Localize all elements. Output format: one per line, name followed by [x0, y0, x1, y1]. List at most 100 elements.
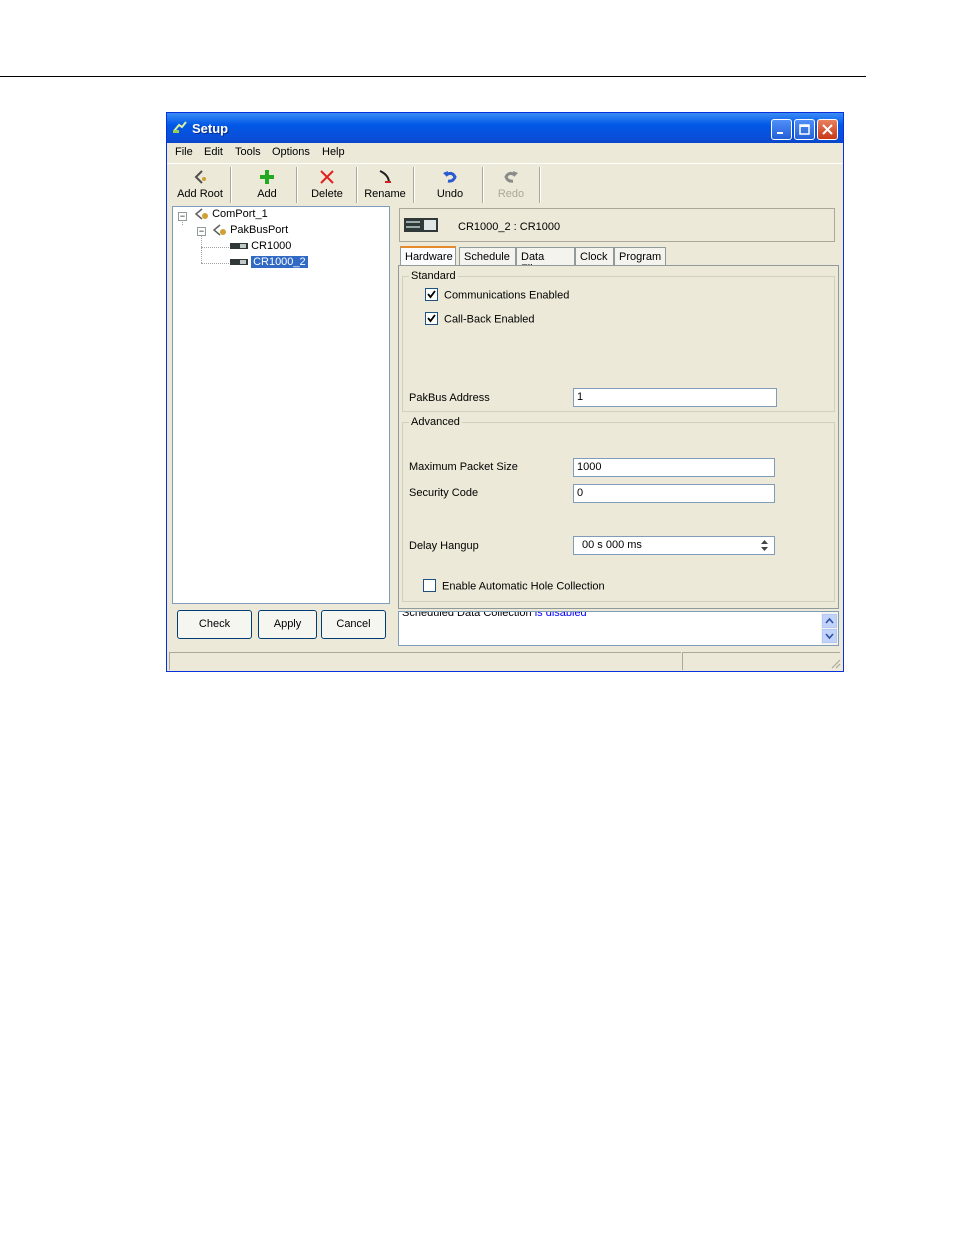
- delay-hangup-value: 00 s 000 ms: [582, 539, 642, 551]
- tree-collapse-toggle[interactable]: −: [178, 212, 187, 221]
- tree-line: [201, 233, 202, 263]
- checkbox-box: [423, 579, 436, 592]
- tree-node-pakbusport[interactable]: PakBusPort: [211, 224, 288, 236]
- menu-help[interactable]: Help: [322, 146, 345, 158]
- maximize-button[interactable]: [794, 119, 815, 140]
- minimize-button[interactable]: [771, 119, 792, 140]
- toolbar: Add Root Add Delete Rename Undo Redo: [167, 163, 843, 206]
- delete-x-icon: [320, 170, 334, 184]
- tree-node-cr1000-2[interactable]: CR1000_2: [230, 256, 308, 268]
- checkbox-box: [425, 312, 438, 325]
- comport-icon: [194, 208, 208, 220]
- status-bar: [167, 650, 843, 671]
- checkmark-icon: [427, 314, 436, 323]
- checkmark-icon: [427, 290, 436, 299]
- menu-file[interactable]: File: [175, 146, 193, 158]
- undo-button[interactable]: Undo: [424, 166, 476, 204]
- redo-button[interactable]: Redo: [485, 166, 537, 204]
- window-title: Setup: [192, 121, 229, 136]
- undo-label: Undo: [436, 188, 464, 200]
- advanced-group: Advanced Maximum Packet Size 1000 Securi…: [402, 416, 835, 602]
- pakbus-port-icon: [212, 224, 226, 236]
- delay-hangup-stepper[interactable]: 00 s 000 ms: [573, 536, 775, 555]
- add-root-icon: [194, 170, 206, 184]
- check-button[interactable]: Check: [177, 610, 252, 639]
- add-label: Add: [257, 188, 277, 200]
- properties-pane: CR1000_2 : CR1000 Hardware Schedule Data…: [396, 206, 841, 609]
- title-bar[interactable]: Setup: [167, 113, 843, 143]
- callback-enabled-label: Call-Back Enabled: [444, 313, 535, 326]
- datalogger-icon: [230, 243, 248, 250]
- device-header-label: CR1000_2 : CR1000: [458, 221, 561, 233]
- tab-hardware[interactable]: Hardware: [400, 246, 456, 266]
- status-scrollbar[interactable]: [821, 612, 838, 645]
- redo-arrow-icon: [504, 171, 518, 183]
- hardware-panel: Standard Communications Enabled Call-Bac…: [398, 265, 839, 609]
- tab-data-files[interactable]: Data Files: [516, 247, 575, 275]
- toolbar-separator: [356, 167, 358, 203]
- tab-program[interactable]: Program: [614, 247, 666, 265]
- status-message-area[interactable]: Scheduled Data Collection is disabled: [398, 611, 839, 646]
- tree-line: [201, 263, 229, 264]
- tree-node-label: CR1000_2: [251, 256, 308, 268]
- communications-enabled-label: Communications Enabled: [444, 289, 570, 302]
- device-header: CR1000_2 : CR1000: [399, 208, 835, 242]
- advanced-group-title: Advanced: [409, 416, 462, 428]
- status-prefix: Scheduled Data Collection: [402, 611, 532, 619]
- rename-label: Rename: [364, 188, 406, 200]
- status-suffix: is disabled: [534, 611, 587, 619]
- close-icon: [822, 124, 833, 135]
- tab-schedule[interactable]: Schedule: [459, 247, 516, 265]
- tree-node-comport[interactable]: ComPort_1: [193, 208, 268, 220]
- max-packet-size-input[interactable]: 1000: [573, 458, 775, 477]
- rename-button[interactable]: Rename: [359, 166, 411, 204]
- security-code-input[interactable]: 0: [573, 484, 775, 503]
- network-tree[interactable]: − ComPort_1 − PakBusPort CR1000 CR1000_2: [172, 206, 390, 604]
- communications-enabled-checkbox[interactable]: Communications Enabled: [425, 288, 570, 302]
- toolbar-separator: [482, 167, 484, 203]
- tree-node-label: ComPort_1: [212, 208, 268, 220]
- scroll-down-icon: [825, 633, 834, 640]
- pakbus-address-label: PakBus Address: [409, 392, 490, 404]
- scroll-down-button[interactable]: [822, 629, 837, 643]
- undo-arrow-icon: [443, 171, 457, 183]
- delete-label: Delete: [311, 188, 343, 200]
- apply-button[interactable]: Apply: [258, 610, 317, 639]
- auto-hole-collection-checkbox[interactable]: Enable Automatic Hole Collection: [423, 579, 605, 593]
- datalogger-icon: [230, 259, 248, 266]
- minimize-icon: [777, 132, 783, 134]
- tree-node-cr1000[interactable]: CR1000: [230, 240, 291, 252]
- pakbus-address-input[interactable]: 1: [573, 388, 777, 407]
- status-bar-panel: [682, 652, 840, 670]
- rename-icon: [379, 170, 391, 184]
- page-rule: [0, 76, 866, 77]
- checkbox-box: [425, 288, 438, 301]
- toolbar-separator: [413, 167, 415, 203]
- toolbar-separator: [296, 167, 298, 203]
- add-root-button[interactable]: Add Root: [174, 166, 226, 204]
- callback-enabled-checkbox[interactable]: Call-Back Enabled: [425, 312, 535, 326]
- tree-line: [201, 247, 229, 248]
- tab-clock[interactable]: Clock: [575, 247, 614, 265]
- menu-tools[interactable]: Tools: [235, 146, 261, 158]
- resize-grip-icon[interactable]: [829, 657, 841, 669]
- setup-app-icon: [173, 121, 187, 133]
- datalogger-icon: [404, 218, 438, 232]
- menu-edit[interactable]: Edit: [204, 146, 223, 158]
- close-button[interactable]: [817, 119, 838, 140]
- delete-button[interactable]: Delete: [299, 166, 355, 204]
- max-packet-size-label: Maximum Packet Size: [409, 461, 518, 473]
- spin-arrows-icon[interactable]: [757, 538, 772, 553]
- cancel-button[interactable]: Cancel: [321, 610, 386, 639]
- toolbar-separator: [539, 167, 541, 203]
- scroll-up-icon: [825, 617, 834, 624]
- add-button[interactable]: Add: [239, 166, 295, 204]
- tree-collapse-toggle[interactable]: −: [197, 227, 206, 236]
- scroll-up-button[interactable]: [822, 614, 837, 628]
- standard-group-title: Standard: [409, 270, 458, 282]
- delay-hangup-label: Delay Hangup: [409, 540, 479, 552]
- tree-node-label: CR1000: [251, 240, 292, 252]
- standard-group: Standard Communications Enabled Call-Bac…: [402, 270, 835, 412]
- status-bar-panel: [169, 652, 681, 670]
- menu-options[interactable]: Options: [272, 146, 310, 158]
